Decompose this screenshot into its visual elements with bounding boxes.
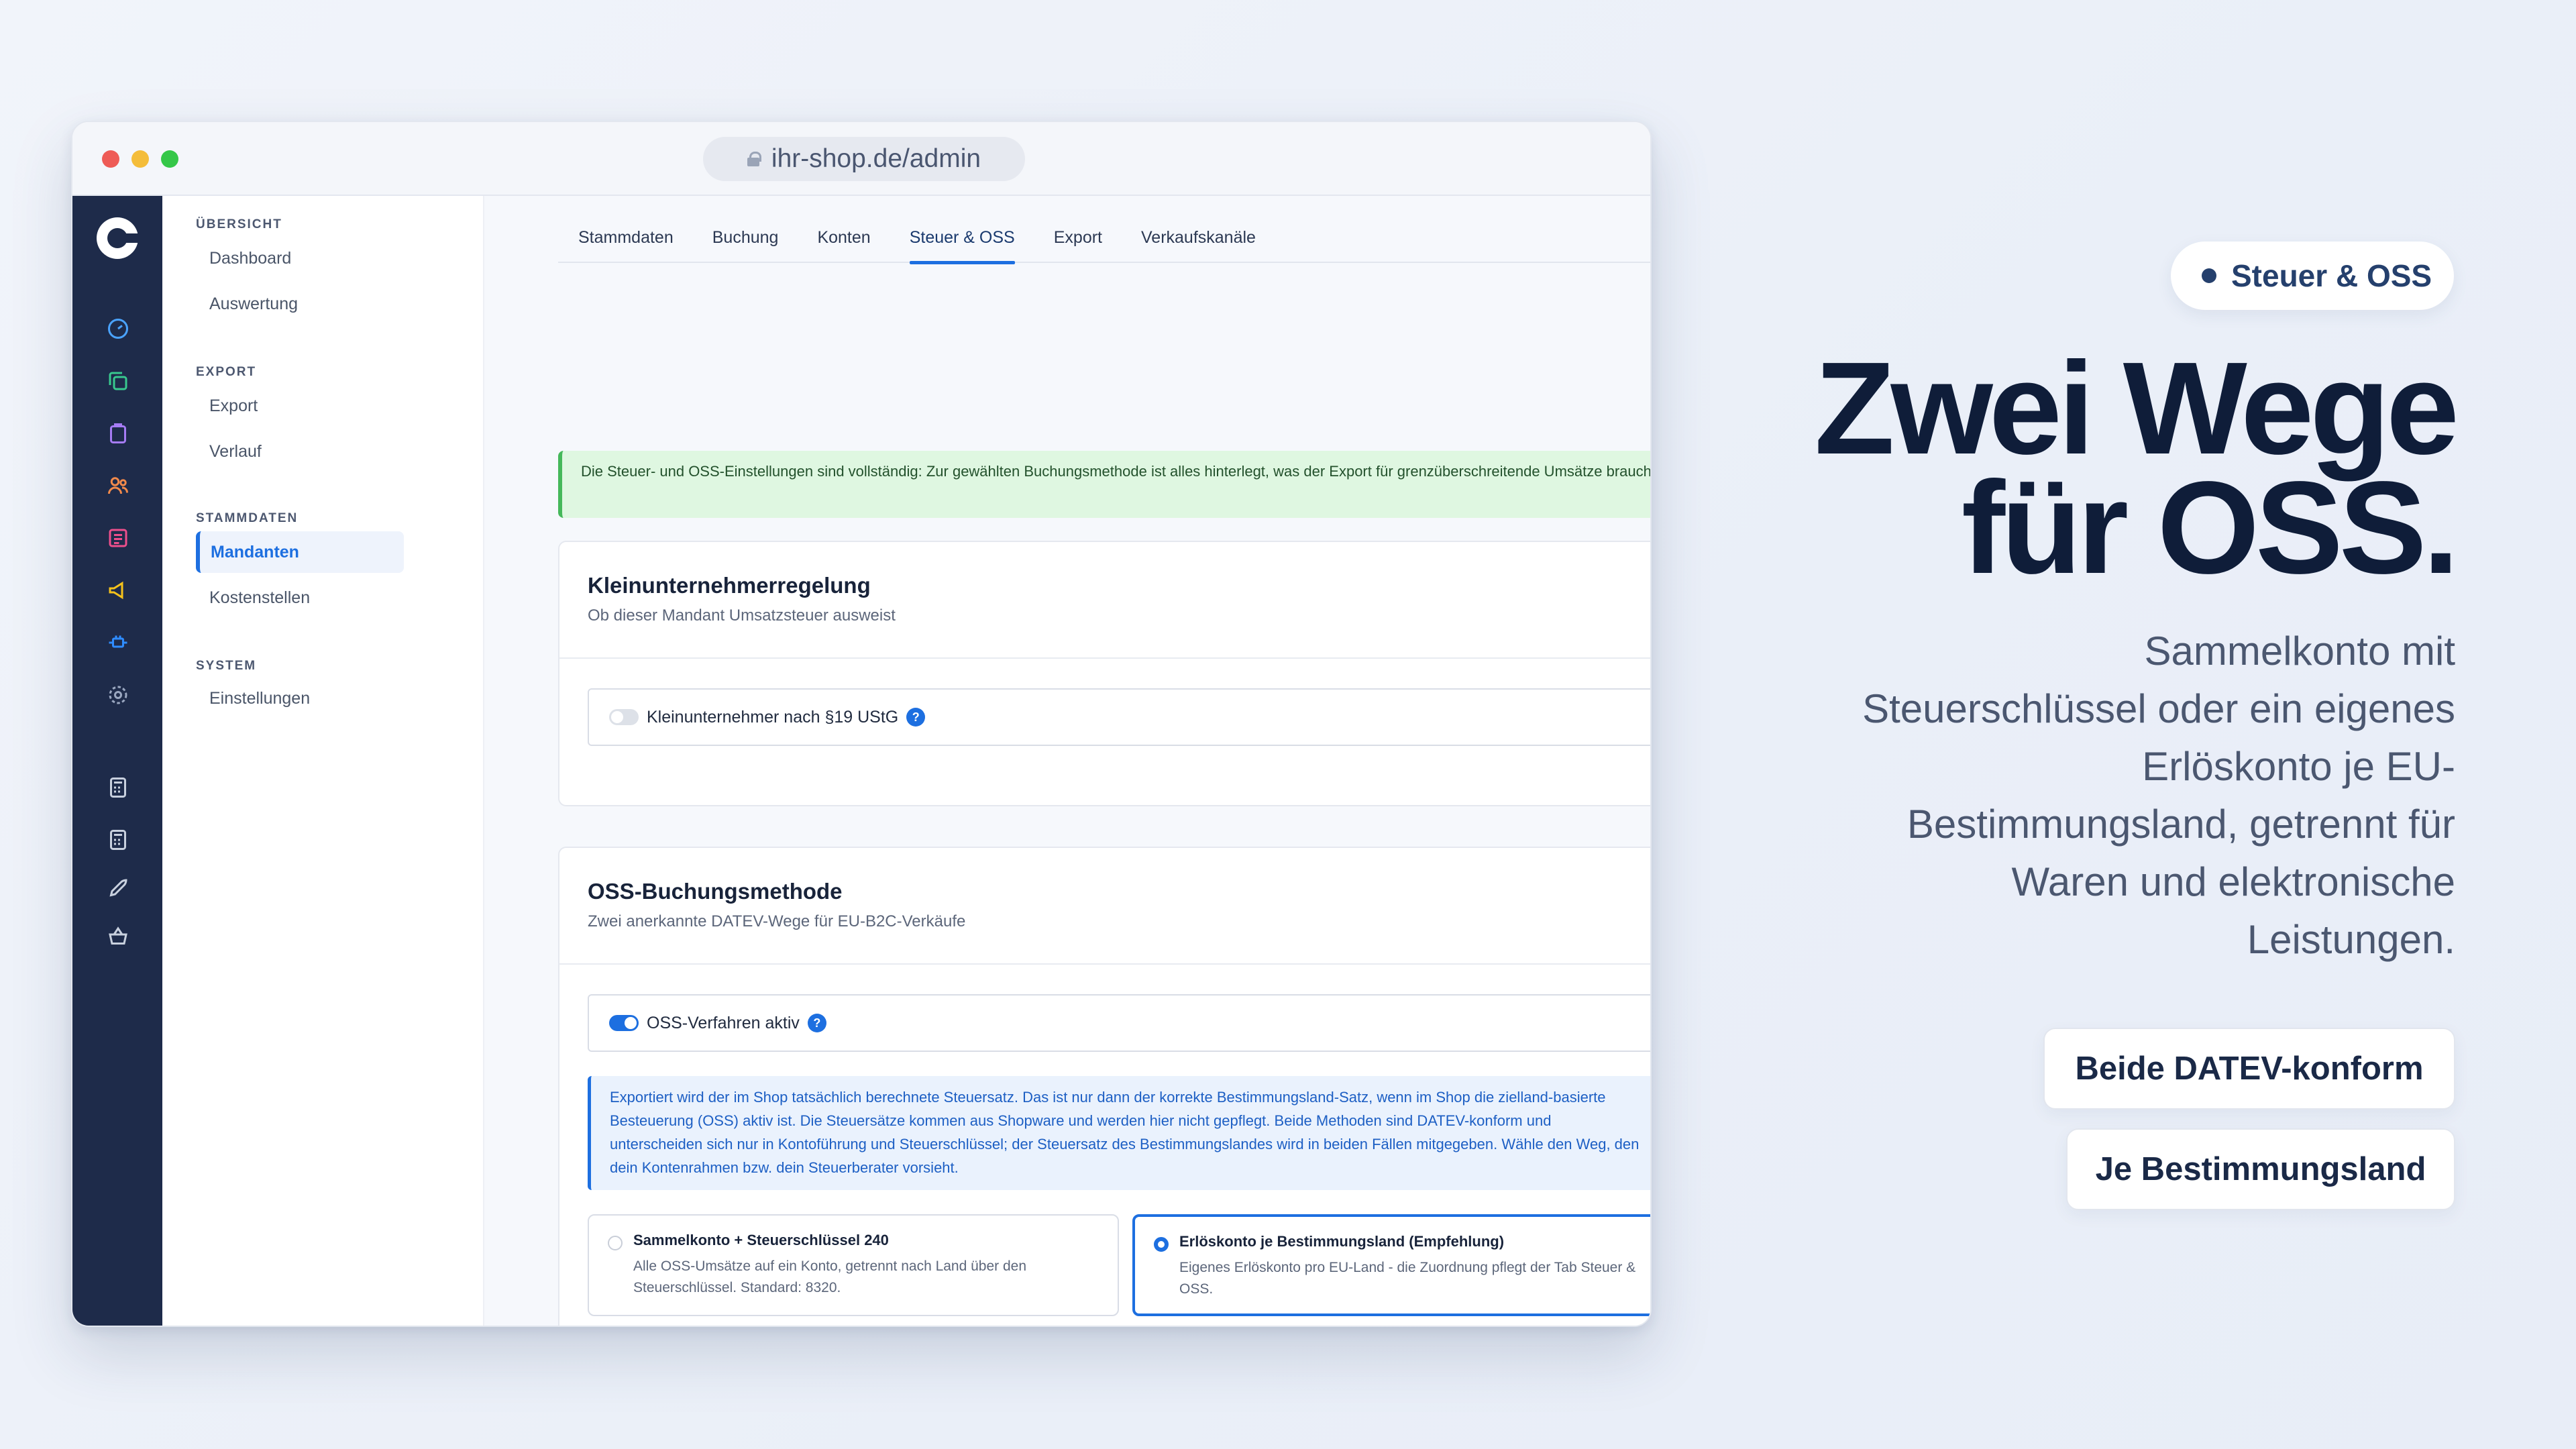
nav-section-stammdaten: STAMMDATEN [196, 511, 299, 525]
kleinunternehmer-toggle[interactable] [609, 709, 639, 725]
basket-icon[interactable] [106, 924, 130, 949]
nav-section-system: SYSTEM [196, 659, 257, 673]
card-subtitle: Zwei anerkannte DATEV-Wege für EU-B2C-Ve… [588, 912, 966, 930]
chip-dot-icon [2202, 268, 2216, 283]
tab-stammdaten[interactable]: Stammdaten [578, 196, 674, 263]
nav-item-export[interactable]: Export [196, 385, 404, 427]
tab-buchung[interactable]: Buchung [712, 196, 779, 263]
pill-bestimmungsland: Je Bestimmungsland [2066, 1128, 2455, 1210]
lock-icon [747, 152, 761, 166]
option-sammelkonto[interactable]: Sammelkonto + Steuerschlüssel 240 Alle O… [588, 1214, 1119, 1316]
success-alert: Die Steuer- und OSS-Einstellungen sind v… [558, 451, 1650, 518]
option-erloeskonto[interactable]: Erlöskonto je Bestimmungsland (Empfehlun… [1132, 1214, 1650, 1316]
option-title: Erlöskonto je Bestimmungsland (Empfehlun… [1179, 1233, 1505, 1250]
option-title: Sammelkonto + Steuerschlüssel 240 [633, 1232, 889, 1248]
nav-item-mandanten[interactable]: Mandanten [196, 531, 404, 573]
subline: Sammelkonto mit Steuerschlüssel oder ein… [1862, 629, 2455, 962]
calculator-icon[interactable] [106, 828, 130, 852]
radio-sammelkonto[interactable] [608, 1236, 623, 1250]
tab-konten[interactable]: Konten [817, 196, 870, 263]
rocket-icon[interactable] [106, 876, 130, 900]
shopware-logo-icon[interactable] [97, 217, 140, 259]
clipboard-icon[interactable] [106, 421, 130, 445]
dashboard-gauge-icon[interactable] [106, 317, 130, 341]
tab-bar: Stammdaten Buchung Konten Steuer & OSS E… [558, 196, 1650, 264]
card-title: OSS-Buchungsmethode [588, 879, 843, 904]
oss-toggle[interactable] [609, 1015, 639, 1031]
card-divider [559, 963, 1650, 965]
list-icon[interactable] [106, 526, 130, 550]
oss-info-box: Exportiert wird der im Shop tatsächlich … [588, 1076, 1650, 1190]
tab-steuer-oss[interactable]: Steuer & OSS [909, 196, 1015, 264]
nav-item-dashboard[interactable]: Dashboard [196, 237, 404, 279]
headline: Zwei Wege für OSS. [1583, 335, 2459, 601]
users-icon[interactable] [106, 474, 130, 498]
calculator-icon[interactable] [106, 775, 130, 800]
nav-item-einstellungen[interactable]: Einstellungen [196, 678, 404, 719]
radio-erloeskonto[interactable] [1154, 1237, 1169, 1252]
pill-datev-konform: Beide DATEV-konform [2043, 1028, 2455, 1110]
address-bar[interactable]: ihr-shop.de/admin [703, 137, 1025, 181]
card-subtitle: Ob dieser Mandant Umsatzsteuer ausweist [588, 606, 896, 625]
nav-section-export: EXPORT [196, 365, 257, 379]
nav-item-kostenstellen[interactable]: Kostenstellen [196, 577, 404, 619]
megaphone-icon[interactable] [106, 578, 130, 602]
minimize-window-button[interactable] [131, 150, 149, 168]
tab-verkaufskanaele[interactable]: Verkaufskanäle [1141, 196, 1256, 263]
help-icon[interactable]: ? [807, 1014, 826, 1032]
icon-rail [72, 196, 162, 1326]
browser-window: ihr-shop.de/admin ÜBERSICHT Dashboard Au… [71, 121, 1652, 1327]
close-window-button[interactable] [102, 150, 119, 168]
url-text: ihr-shop.de/admin [771, 144, 981, 173]
oss-toggle-field[interactable]: OSS-Verfahren aktiv ? [588, 994, 1650, 1052]
toggle-label: Kleinunternehmer nach §19 UStG [647, 707, 899, 727]
headline-line-2: für OSS. [1961, 454, 2459, 601]
sub-navigation: ÜBERSICHT Dashboard Auswertung EXPORT Ex… [162, 196, 484, 1326]
oss-method-card: OSS-Buchungsmethode Zwei anerkannte DATE… [558, 847, 1650, 1326]
help-icon[interactable]: ? [906, 708, 926, 727]
copy-icon[interactable] [106, 369, 130, 393]
chip-label: Steuer & OSS [2231, 258, 2432, 293]
nav-section-uebersicht: ÜBERSICHT [196, 217, 282, 231]
toggle-label: OSS-Verfahren aktiv [647, 1013, 800, 1032]
browser-titlebar: ihr-shop.de/admin [72, 122, 1650, 196]
main-content: Stammdaten Buchung Konten Steuer & OSS E… [484, 196, 1650, 1326]
nav-item-auswertung[interactable]: Auswertung [196, 283, 404, 325]
option-description: Alle OSS-Umsätze auf ein Konto, getrennt… [633, 1258, 1027, 1295]
card-title: Kleinunternehmerregelung [588, 573, 871, 598]
plug-icon[interactable] [106, 631, 130, 655]
maximize-window-button[interactable] [161, 150, 178, 168]
tab-export[interactable]: Export [1054, 196, 1102, 263]
feature-chip: Steuer & OSS [2171, 241, 2454, 310]
settings-gear-icon[interactable] [106, 683, 130, 707]
kleinunternehmer-toggle-field[interactable]: Kleinunternehmer nach §19 UStG ? [588, 688, 1650, 746]
nav-item-verlauf[interactable]: Verlauf [196, 431, 404, 472]
option-description: Eigenes Erlöskonto pro EU-Land - die Zuo… [1179, 1260, 1636, 1297]
card-divider [559, 657, 1650, 659]
headline-line-1: Zwei Wege [1814, 335, 2459, 482]
kleinunternehmer-card: Kleinunternehmerregelung Ob dieser Manda… [558, 541, 1650, 806]
